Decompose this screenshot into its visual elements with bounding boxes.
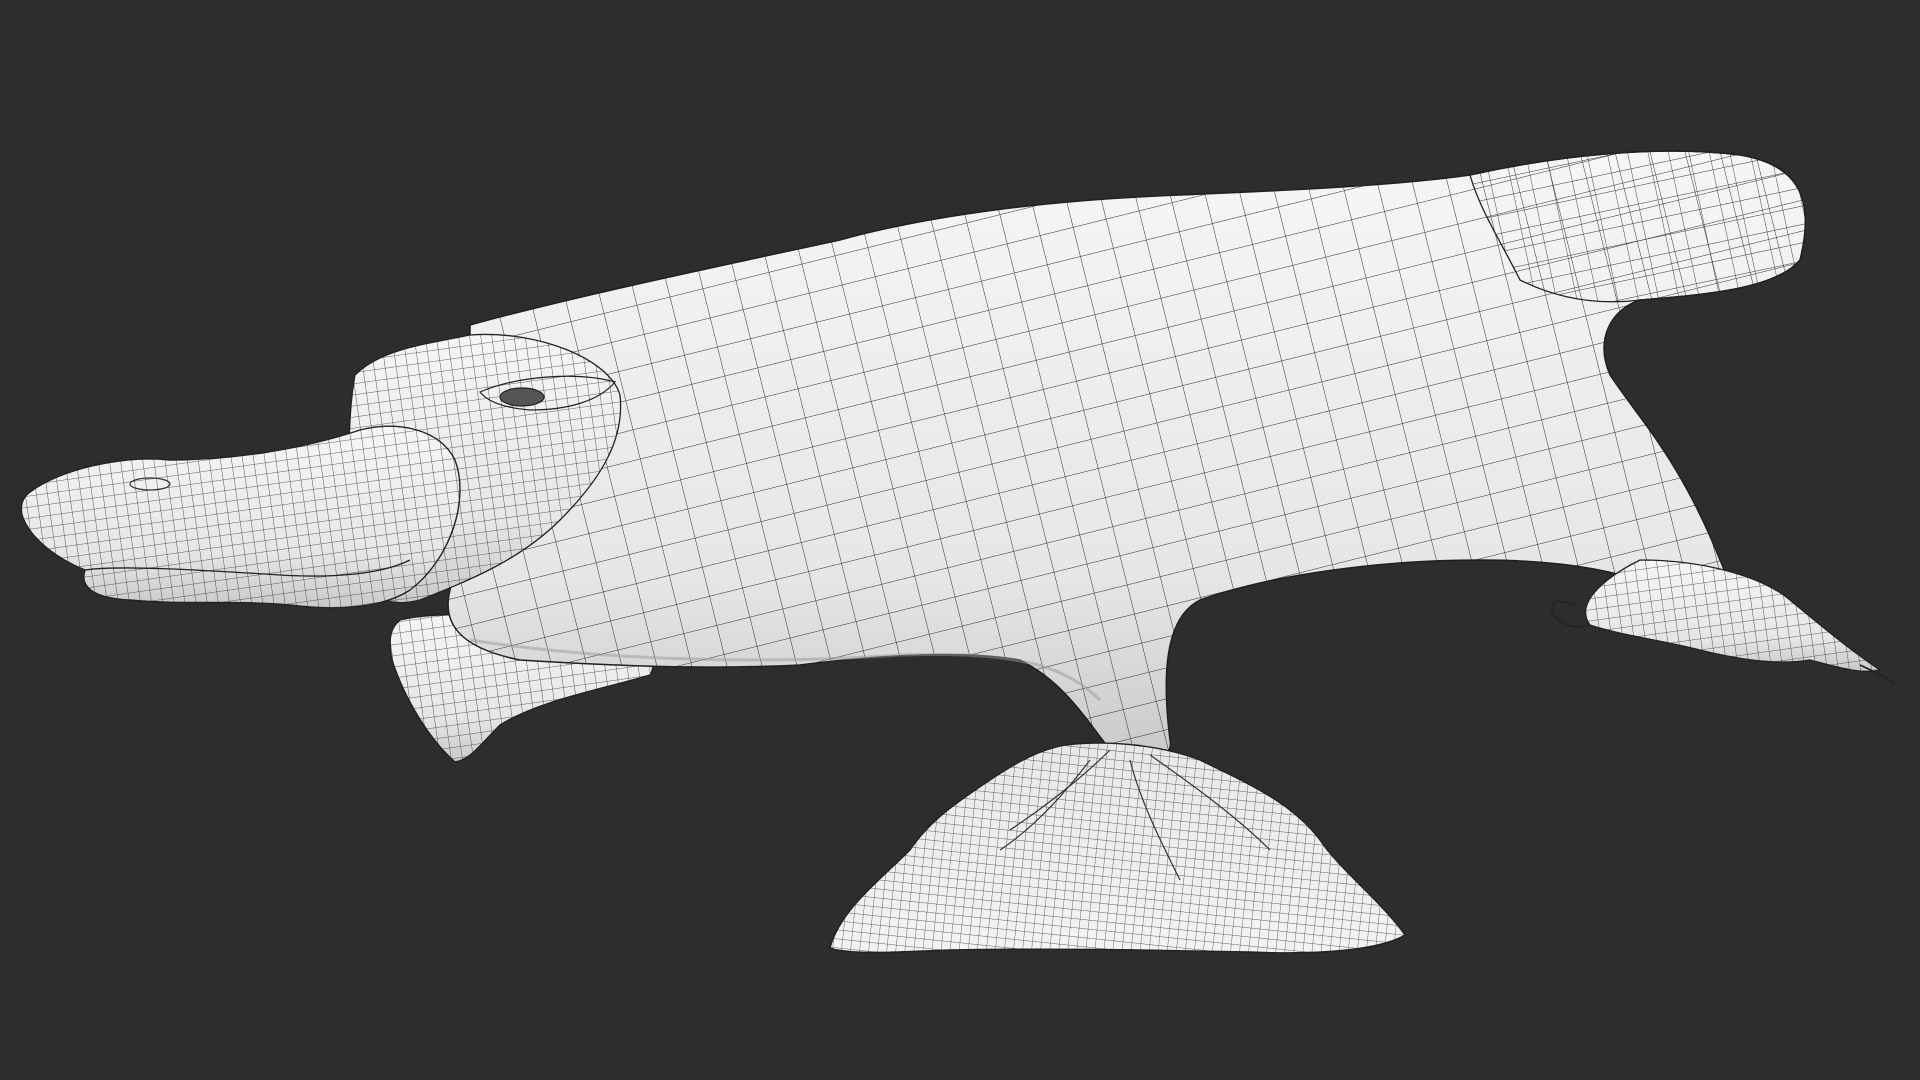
front-right-foot: [829, 742, 1407, 954]
3d-viewport[interactable]: [0, 0, 1920, 1080]
claw: [1551, 600, 1591, 628]
tail: [1469, 150, 1807, 303]
hind-right-foot: [1551, 559, 1896, 685]
eye-socket: [499, 387, 545, 407]
platypus-wireframe-render: [20, 150, 1896, 954]
bill: [20, 425, 461, 609]
